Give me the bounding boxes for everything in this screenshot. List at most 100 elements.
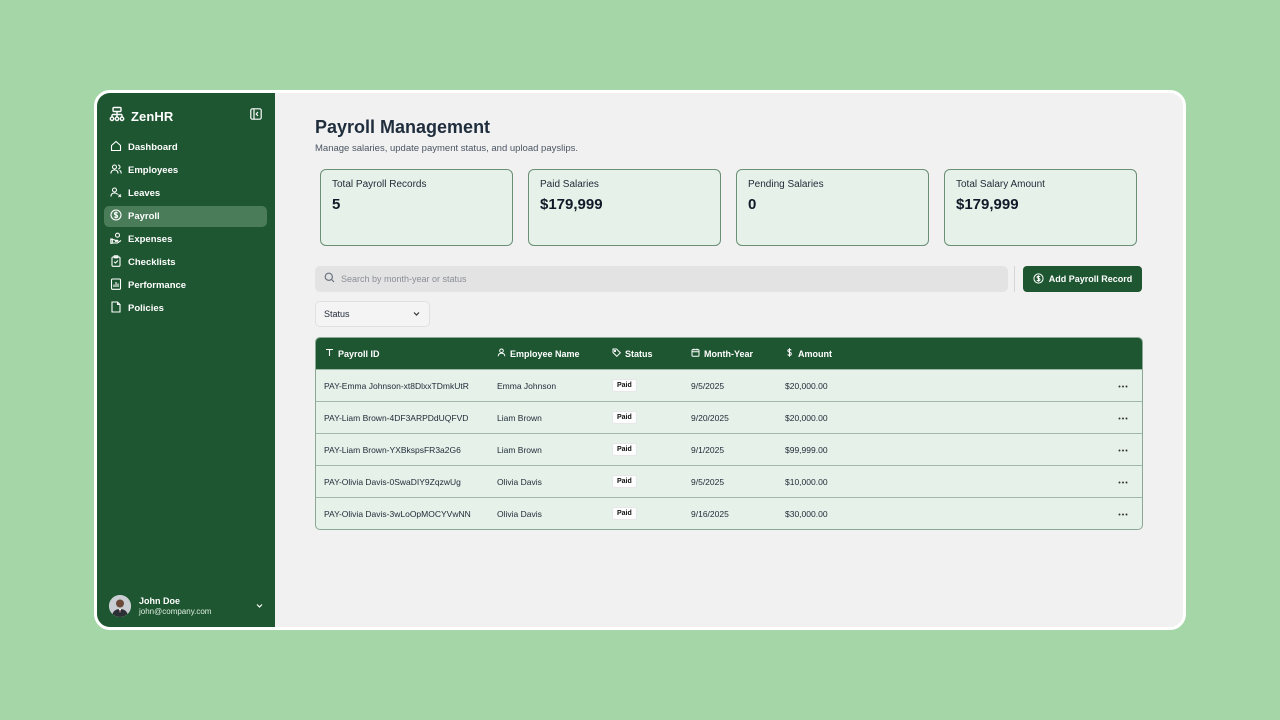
column-header-label: Amount <box>798 348 832 359</box>
status-badge: Paid <box>612 411 637 424</box>
status-badge: Paid <box>612 379 637 392</box>
search-bar[interactable] <box>315 266 1008 292</box>
stats-row: Total Payroll Records 5 Paid Salaries $1… <box>320 169 1138 246</box>
row-actions-button[interactable] <box>1116 378 1130 392</box>
stat-card-total-records: Total Payroll Records 5 <box>320 169 513 246</box>
search-input[interactable] <box>341 274 1008 284</box>
status-filter-label: Status <box>324 309 350 319</box>
sidebar-nav: Dashboard Employees Leaves Payroll Expen… <box>104 137 267 321</box>
table-row[interactable]: PAY-Olivia Davis-0SwaDIY9ZqzwUg Olivia D… <box>316 465 1142 497</box>
sidebar-item-dashboard[interactable]: Dashboard <box>104 137 267 158</box>
chevron-down-icon <box>412 309 421 320</box>
sidebar-item-label: Checklists <box>128 257 176 268</box>
table-row[interactable]: PAY-Liam Brown-YXBkspsFR3a2G6 Liam Brown… <box>316 433 1142 465</box>
more-horizontal-icon <box>1118 476 1128 486</box>
column-header-label: Status <box>625 348 653 359</box>
add-payroll-record-button[interactable]: Add Payroll Record <box>1023 266 1142 292</box>
add-button-label: Add Payroll Record <box>1048 274 1133 284</box>
row-actions-button[interactable] <box>1116 506 1130 520</box>
user-name: John Doe <box>139 595 181 606</box>
cell-payroll-id: PAY-Emma Johnson-xt8DlxxTDmkUtR <box>324 380 469 391</box>
file-icon <box>110 301 122 316</box>
sidebar-item-label: Performance <box>128 280 187 291</box>
table-row[interactable]: PAY-Liam Brown-4DF3ARPDdUQFVD Liam Brown… <box>316 401 1142 433</box>
user-x-icon <box>110 186 122 201</box>
column-header-status[interactable]: Status <box>612 338 653 369</box>
user-email: john@company.com <box>139 606 212 616</box>
column-header-employee-name[interactable]: Employee Name <box>497 338 580 369</box>
hand-coins-icon <box>110 232 122 247</box>
column-header-label: Payroll ID <box>338 348 380 359</box>
sidebar-item-employees[interactable]: Employees <box>104 160 267 181</box>
main-content: Payroll Management Manage salaries, upda… <box>275 93 1183 627</box>
user-menu-toggle[interactable] <box>253 600 265 612</box>
cell-month-year: 9/1/2025 <box>691 444 725 455</box>
sidebar-item-label: Leaves <box>128 188 161 199</box>
sidebar-item-expenses[interactable]: Expenses <box>104 229 267 250</box>
cell-employee-name: Emma Johnson <box>497 380 557 391</box>
more-horizontal-icon <box>1118 412 1128 422</box>
column-header-month-year[interactable]: Month-Year <box>691 338 753 369</box>
cell-payroll-id: PAY-Olivia Davis-0SwaDIY9ZqzwUg <box>324 476 461 487</box>
sidebar-item-performance[interactable]: Performance <box>104 275 267 296</box>
text-type-icon <box>325 348 334 359</box>
stat-label: Total Salary Amount <box>956 179 1045 190</box>
sidebar-collapse-button[interactable] <box>249 108 263 123</box>
table-row[interactable]: PAY-Emma Johnson-xt8DlxxTDmkUtR Emma Joh… <box>316 369 1142 401</box>
cell-employee-name: Liam Brown <box>497 412 542 423</box>
toolbar-divider <box>1014 266 1015 292</box>
sidebar-item-leaves[interactable]: Leaves <box>104 183 267 204</box>
dollar-icon <box>785 348 794 359</box>
cell-month-year: 9/5/2025 <box>691 380 725 391</box>
sidebar: ZenHR Dashboard Employees Leaves Payroll… <box>97 93 275 627</box>
more-horizontal-icon <box>1118 508 1128 518</box>
row-actions-button[interactable] <box>1116 442 1130 456</box>
cell-amount: $20,000.00 <box>785 412 828 423</box>
users-icon <box>110 163 122 178</box>
status-badge: Paid <box>612 507 637 520</box>
sidebar-item-policies[interactable]: Policies <box>104 298 267 319</box>
row-actions-button[interactable] <box>1116 410 1130 424</box>
search-icon <box>324 270 335 288</box>
cell-payroll-id: PAY-Liam Brown-4DF3ARPDdUQFVD <box>324 412 469 423</box>
app-window: ZenHR Dashboard Employees Leaves Payroll… <box>94 90 1186 630</box>
cell-amount: $10,000.00 <box>785 476 828 487</box>
more-horizontal-icon <box>1118 444 1128 454</box>
payroll-table: Payroll ID Employee Name Status Month-Ye… <box>315 337 1143 530</box>
calendar-icon <box>691 348 700 359</box>
stat-value: 5 <box>332 196 341 213</box>
table-row[interactable]: PAY-Olivia Davis-3wLoOpMOCYVwNN Olivia D… <box>316 497 1142 529</box>
user-menu[interactable]: John Doe john@company.com <box>109 593 265 619</box>
dollar-circle-icon <box>1033 272 1044 286</box>
sidebar-item-payroll[interactable]: Payroll <box>104 206 267 227</box>
column-header-amount[interactable]: Amount <box>785 338 832 369</box>
status-badge: Paid <box>612 443 637 456</box>
row-actions-button[interactable] <box>1116 474 1130 488</box>
cell-employee-name: Olivia Davis <box>497 508 542 519</box>
column-header-label: Employee Name <box>510 348 580 359</box>
stat-value: $179,999 <box>540 196 603 213</box>
cell-payroll-id: PAY-Olivia Davis-3wLoOpMOCYVwNN <box>324 508 471 519</box>
brand[interactable]: ZenHR <box>109 106 174 125</box>
cell-employee-name: Olivia Davis <box>497 476 542 487</box>
page-subtitle: Manage salaries, update payment status, … <box>315 143 578 154</box>
status-filter-select[interactable]: Status <box>315 301 430 327</box>
app-name: ZenHR <box>131 108 174 124</box>
stat-label: Pending Salaries <box>748 179 824 190</box>
chevron-down-icon <box>255 597 264 615</box>
more-horizontal-icon <box>1118 380 1128 390</box>
sidebar-item-label: Dashboard <box>128 142 178 153</box>
cell-month-year: 9/20/2025 <box>691 412 729 423</box>
user-icon <box>497 348 506 359</box>
column-header-payroll-id[interactable]: Payroll ID <box>325 338 380 369</box>
avatar <box>109 595 131 617</box>
stat-card-total-salary-amount: Total Salary Amount $179,999 <box>944 169 1137 246</box>
table-header: Payroll ID Employee Name Status Month-Ye… <box>316 338 1142 369</box>
page-title: Payroll Management <box>315 117 491 137</box>
cell-month-year: 9/16/2025 <box>691 508 729 519</box>
sidebar-item-checklists[interactable]: Checklists <box>104 252 267 273</box>
cell-employee-name: Liam Brown <box>497 444 542 455</box>
status-badge: Paid <box>612 475 637 488</box>
stat-value: 0 <box>748 196 757 213</box>
cell-amount: $30,000.00 <box>785 508 828 519</box>
